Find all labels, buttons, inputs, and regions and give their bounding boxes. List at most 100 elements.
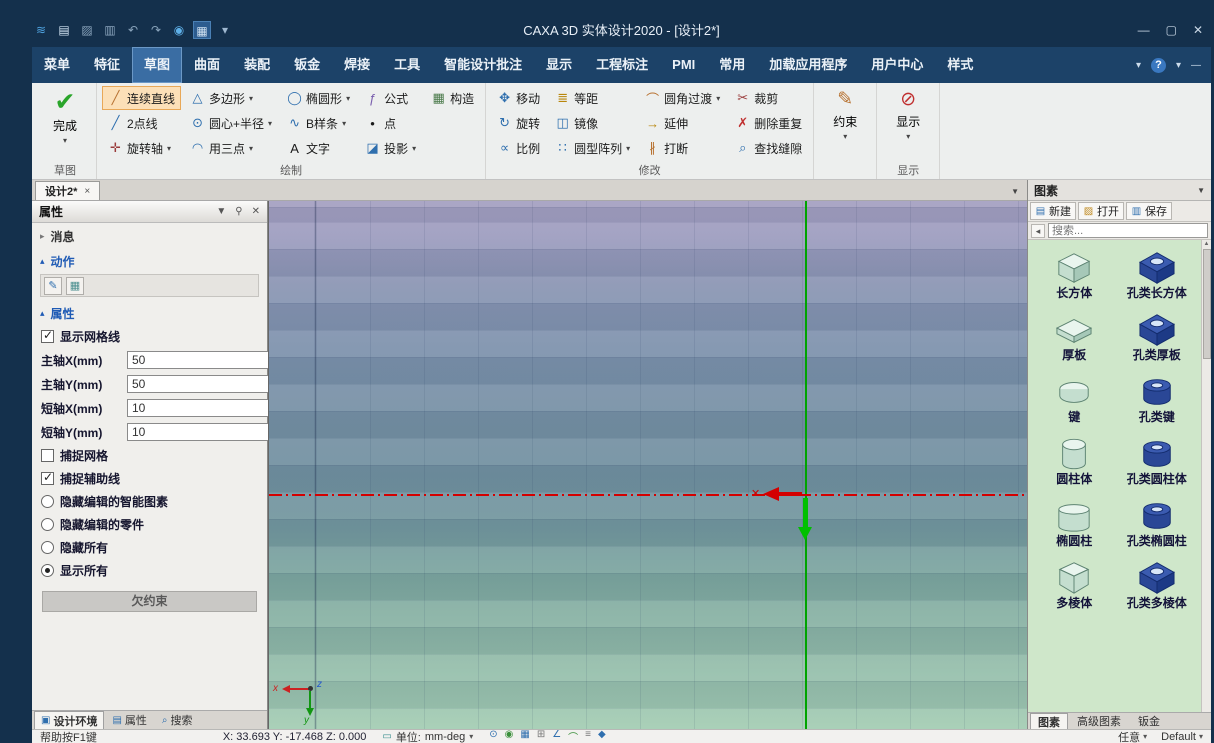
ribbon-button-scale[interactable]: ∝比例 — [491, 136, 546, 160]
style-dropdown[interactable]: Default ▾ — [1161, 731, 1203, 743]
ribbon-button-finish[interactable]: ✔完成▾ — [39, 86, 91, 145]
library-scrollbar[interactable]: ▲ — [1201, 240, 1211, 712]
ribbon-tab-焊接[interactable]: 焊接 — [332, 47, 382, 83]
ribbon-button-trim[interactable]: ✂裁剪 — [729, 86, 808, 110]
show-gridlines-checkbox[interactable] — [41, 330, 54, 343]
library-item-孔类厚板[interactable]: 孔类厚板 — [1117, 312, 1198, 362]
redo-icon[interactable]: ↷ — [147, 21, 165, 39]
ribbon-button-circle-center-radius[interactable]: ⊙圆心+半径▾ — [184, 111, 278, 135]
snap-angle-icon[interactable]: ∠ — [552, 729, 561, 743]
ribbon-button-projection[interactable]: ◪投影▾ — [359, 136, 422, 160]
ribbon-button-rotation-axis[interactable]: ✛旋转轴▾ — [102, 136, 181, 160]
ribbon-button-construction[interactable]: ▦构造 — [425, 86, 480, 110]
ribbon-tab-钣金[interactable]: 钣金 — [282, 47, 332, 83]
ribbon-collapse-icon[interactable]: — — [1191, 60, 1201, 71]
units-caret-icon[interactable]: ▾ — [469, 732, 473, 741]
panel-close-icon[interactable]: ✕ — [252, 206, 260, 217]
panel-pin-icon[interactable]: ⚲ — [235, 206, 242, 217]
underconstrained-button[interactable]: 欠约束 — [42, 591, 257, 612]
library-item-孔类多棱体[interactable]: 孔类多棱体 — [1117, 560, 1198, 610]
ribbon-tab-显示[interactable]: 显示 — [534, 47, 584, 83]
open-library-button[interactable]: ▨打开 — [1078, 202, 1124, 220]
ribbon-button-mirror[interactable]: ◫镜像 — [549, 111, 636, 135]
ribbon-button-formula[interactable]: ƒ公式 — [359, 86, 422, 110]
library-item-椭圆柱[interactable]: 椭圆柱 — [1034, 498, 1115, 548]
snap-arc-icon[interactable]: ⌒ — [568, 729, 578, 743]
ribbon-button-constraint[interactable]: ✎约束▾ — [819, 86, 871, 141]
message-section-header[interactable]: ▸ 消息 — [32, 223, 267, 248]
ribbon-tab-菜单[interactable]: 菜单 — [32, 47, 82, 83]
library-tab-高级图素[interactable]: 高级图素 — [1069, 713, 1129, 729]
library-item-多棱体[interactable]: 多棱体 — [1034, 560, 1115, 610]
library-item-长方体[interactable]: 长方体 — [1034, 250, 1115, 300]
ribbon-tab-PMI[interactable]: PMI — [660, 47, 707, 83]
document-list-caret-icon[interactable]: ▼ — [1011, 187, 1027, 200]
scroll-up-icon[interactable]: ▲ — [1204, 240, 1210, 249]
library-tab-图素[interactable]: 图素 — [1030, 713, 1068, 729]
snap-grid-checkbox[interactable] — [41, 449, 54, 462]
library-tab-钣金[interactable]: 钣金 — [1130, 713, 1168, 729]
library-item-圆柱体[interactable]: 圆柱体 — [1034, 436, 1115, 486]
ribbon-button-rotate[interactable]: ↻旋转 — [491, 111, 546, 135]
open-file-icon[interactable]: ▨ — [78, 21, 96, 39]
show-all-radio[interactable] — [41, 564, 54, 577]
snap-grid-toggle-icon[interactable]: ▦ — [193, 21, 211, 39]
ribbon-button-find-gaps[interactable]: ⌕查找缝隙 — [729, 136, 808, 160]
panel-tab-搜索[interactable]: ⌕搜索 — [155, 711, 200, 729]
ribbon-button-arc-three-point[interactable]: ◠用三点▾ — [184, 136, 278, 160]
style-caret[interactable]: ▾ — [1136, 60, 1141, 71]
ribbon-button-two-point-line[interactable]: ╱2点线 — [102, 111, 181, 135]
ribbon-button-delete-duplicates[interactable]: ✗删除重复 — [729, 111, 808, 135]
action-section-header[interactable]: ▴ 动作 — [32, 248, 267, 273]
ribbon-tab-加载应用程序[interactable]: 加载应用程序 — [757, 47, 859, 83]
library-item-厚板[interactable]: 厚板 — [1034, 312, 1115, 362]
hide-all-radio[interactable] — [41, 541, 54, 554]
ribbon-button-break[interactable]: ∦打断 — [639, 136, 726, 160]
sketch-canvas[interactable]: ✕ x z y — [268, 201, 1027, 729]
ribbon-tab-智能设计批注[interactable]: 智能设计批注 — [432, 47, 534, 83]
scrollbar-thumb[interactable] — [1203, 249, 1211, 359]
save-icon[interactable]: ▥ — [101, 21, 119, 39]
new-file-icon[interactable]: ▤ — [55, 21, 73, 39]
hide-edited-parts-radio[interactable] — [41, 518, 54, 531]
web-icon[interactable]: ◉ — [170, 21, 188, 39]
snap-center-icon[interactable]: ◉ — [505, 729, 514, 743]
close-button[interactable]: ✕ — [1193, 23, 1203, 37]
ribbon-button-fillet[interactable]: ⌒圆角过渡▾ — [639, 86, 726, 110]
ribbon-tab-用户中心[interactable]: 用户中心 — [859, 47, 935, 83]
ribbon-tab-工程标注[interactable]: 工程标注 — [584, 47, 660, 83]
ribbon-button-text[interactable]: A文字 — [281, 136, 356, 160]
green-arrow-down-icon[interactable] — [798, 527, 812, 540]
ribbon-tab-样式[interactable]: 样式 — [935, 47, 985, 83]
document-tab-close-icon[interactable]: × — [84, 186, 90, 197]
snap-grid-icon[interactable]: ▦ — [520, 729, 529, 743]
ribbon-more-caret[interactable]: ▾ — [1176, 60, 1181, 71]
ribbon-button-ellipse[interactable]: ◯椭圆形▾ — [281, 86, 356, 110]
snap-guide-checkbox[interactable] — [41, 472, 54, 485]
panel-menu-caret-icon[interactable]: ▼ — [216, 206, 226, 217]
qat-more-caret[interactable]: ▾ — [216, 21, 234, 39]
snap-mode-dropdown[interactable]: 任意 ▾ — [1118, 729, 1147, 743]
ribbon-button-circular-pattern[interactable]: ∷圆型阵列▾ — [549, 136, 636, 160]
ribbon-button-offset[interactable]: ≣等距 — [549, 86, 636, 110]
ribbon-tab-曲面[interactable]: 曲面 — [182, 47, 232, 83]
snap-diamond-icon[interactable]: ◆ — [598, 729, 606, 743]
ribbon-button-continuous-line[interactable]: ╱连续直线 — [102, 86, 181, 110]
ribbon-tab-工具[interactable]: 工具 — [382, 47, 432, 83]
library-item-孔类长方体[interactable]: 孔类长方体 — [1117, 250, 1198, 300]
hide-smart-elements-radio[interactable] — [41, 495, 54, 508]
ribbon-button-b-spline[interactable]: ∿B样条▾ — [281, 111, 356, 135]
new-library-button[interactable]: ▤新建 — [1030, 202, 1076, 220]
document-tab[interactable]: 设计2* × — [35, 181, 100, 200]
library-item-键[interactable]: 键 — [1034, 374, 1115, 424]
ribbon-button-move[interactable]: ✥移动 — [491, 86, 546, 110]
maximize-button[interactable]: ▢ — [1166, 23, 1177, 37]
search-back-icon[interactable]: ◂ — [1031, 224, 1045, 238]
ribbon-button-polygon[interactable]: △多边形▾ — [184, 86, 278, 110]
panel-tab-设计环境[interactable]: ▣设计环境 — [34, 711, 104, 729]
ribbon-tab-草图[interactable]: 草图 — [132, 47, 182, 83]
ribbon-tab-特征[interactable]: 特征 — [82, 47, 132, 83]
undo-icon[interactable]: ↶ — [124, 21, 142, 39]
library-panel-caret-icon[interactable]: ▼ — [1197, 186, 1205, 195]
save-library-button[interactable]: ▥保存 — [1126, 202, 1172, 220]
